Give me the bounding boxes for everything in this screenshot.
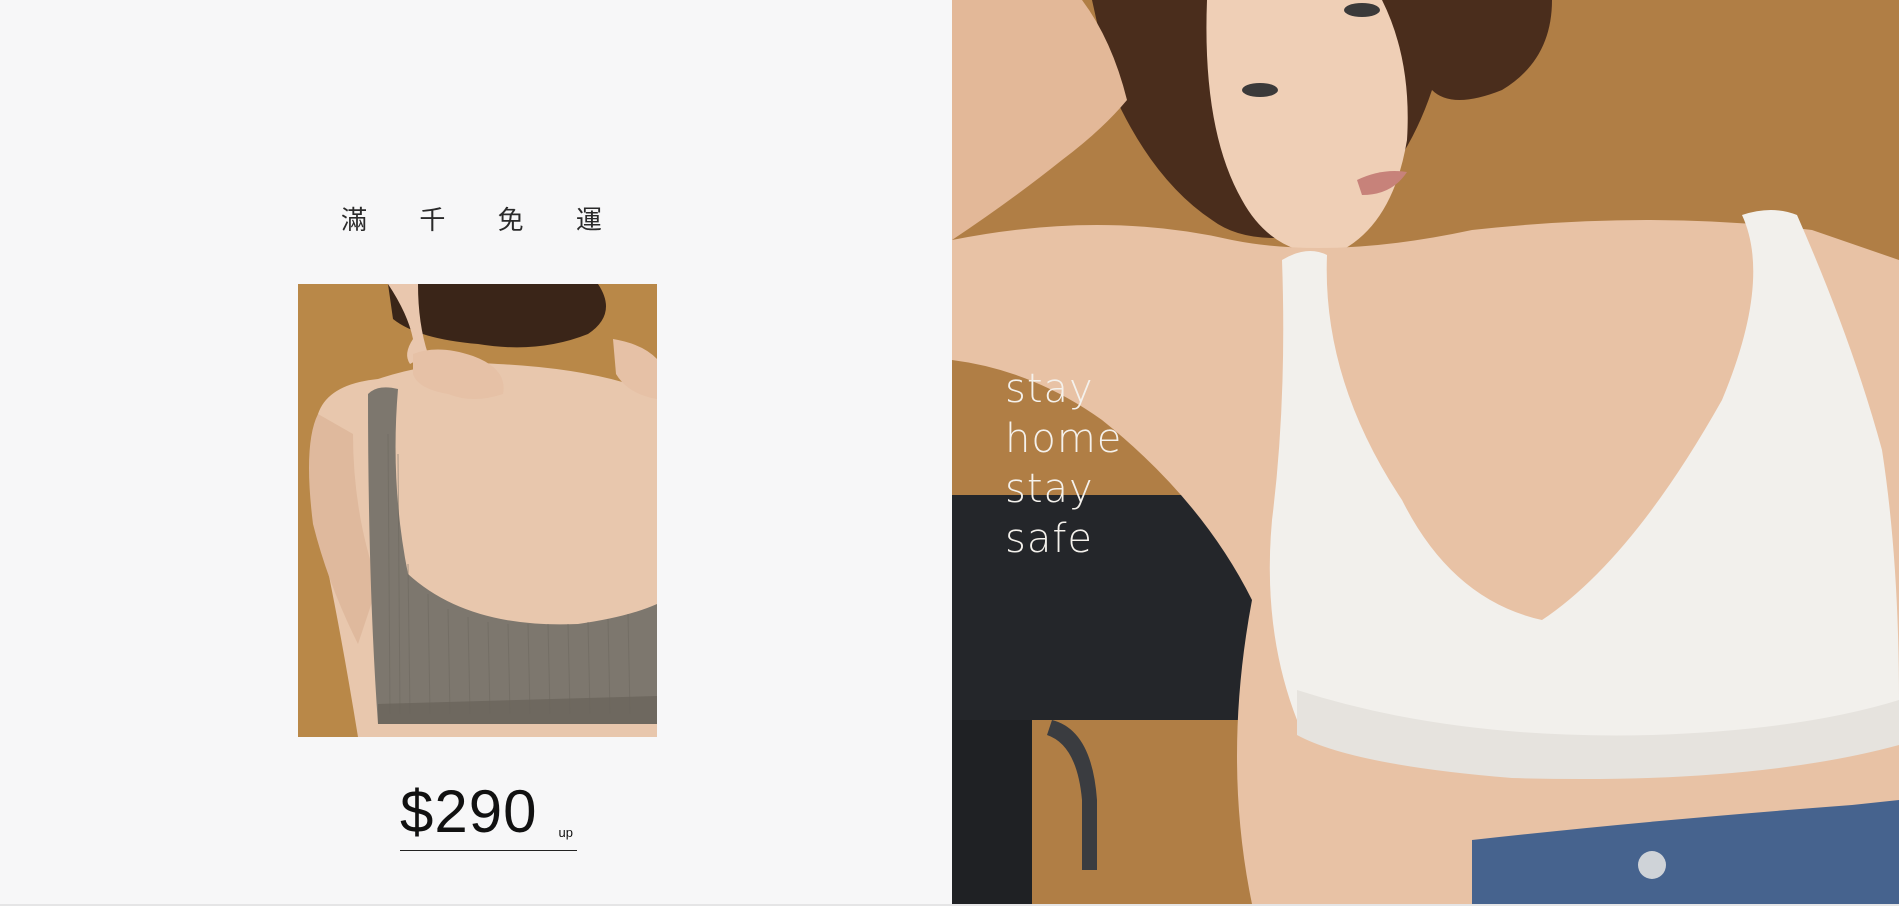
promo-page: 滿 千 免 運 $290 up stay home stay safe <box>0 0 1899 906</box>
price-link[interactable]: $290 up <box>400 774 577 851</box>
price-value: $290 <box>400 778 538 845</box>
product-photo-back-view[interactable] <box>298 284 657 737</box>
slogan-line: home <box>1005 416 1123 462</box>
product-photo-illustration <box>298 284 657 737</box>
hero-slogan: stay home stay safe <box>1005 364 1122 564</box>
promo-left-panel: 滿 千 免 運 $290 up <box>0 0 952 906</box>
slogan-line: stay <box>1005 466 1094 512</box>
price-suffix: up <box>558 825 573 840</box>
slogan-line: safe <box>1005 516 1094 562</box>
promo-headline: 滿 千 免 運 <box>341 206 624 236</box>
slogan-line: stay <box>1005 366 1094 412</box>
